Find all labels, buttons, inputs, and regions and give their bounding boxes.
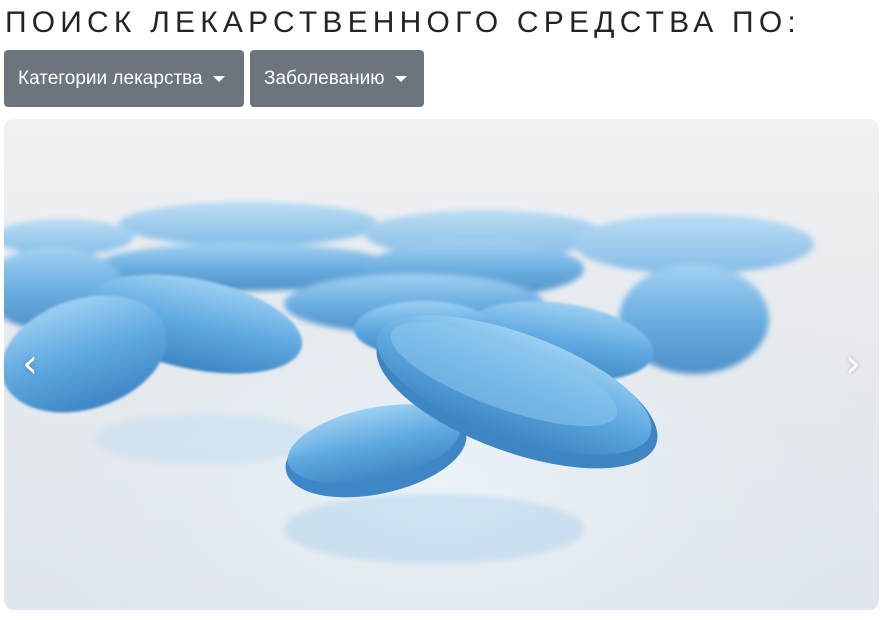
categories-dropdown-label: Категории лекарства [18, 67, 203, 89]
caret-down-icon [394, 75, 407, 82]
caret-down-icon [212, 75, 225, 82]
disease-dropdown-button[interactable]: Заболеванию [250, 50, 424, 107]
disease-dropdown-label: Заболеванию [264, 67, 385, 89]
categories-dropdown-button[interactable]: Категории лекарства [4, 50, 244, 107]
carousel-prev-icon[interactable]: ‹ [10, 334, 50, 394]
carousel-slide-image [4, 119, 879, 610]
page-title: ПОИСК ЛЕКАРСТВЕННОГО СРЕДСТВА ПО: [5, 6, 801, 39]
image-carousel: ‹ › [4, 119, 879, 610]
filter-buttons: Категории лекарства Заболеванию [4, 50, 424, 107]
carousel-next-icon[interactable]: › [833, 334, 873, 394]
